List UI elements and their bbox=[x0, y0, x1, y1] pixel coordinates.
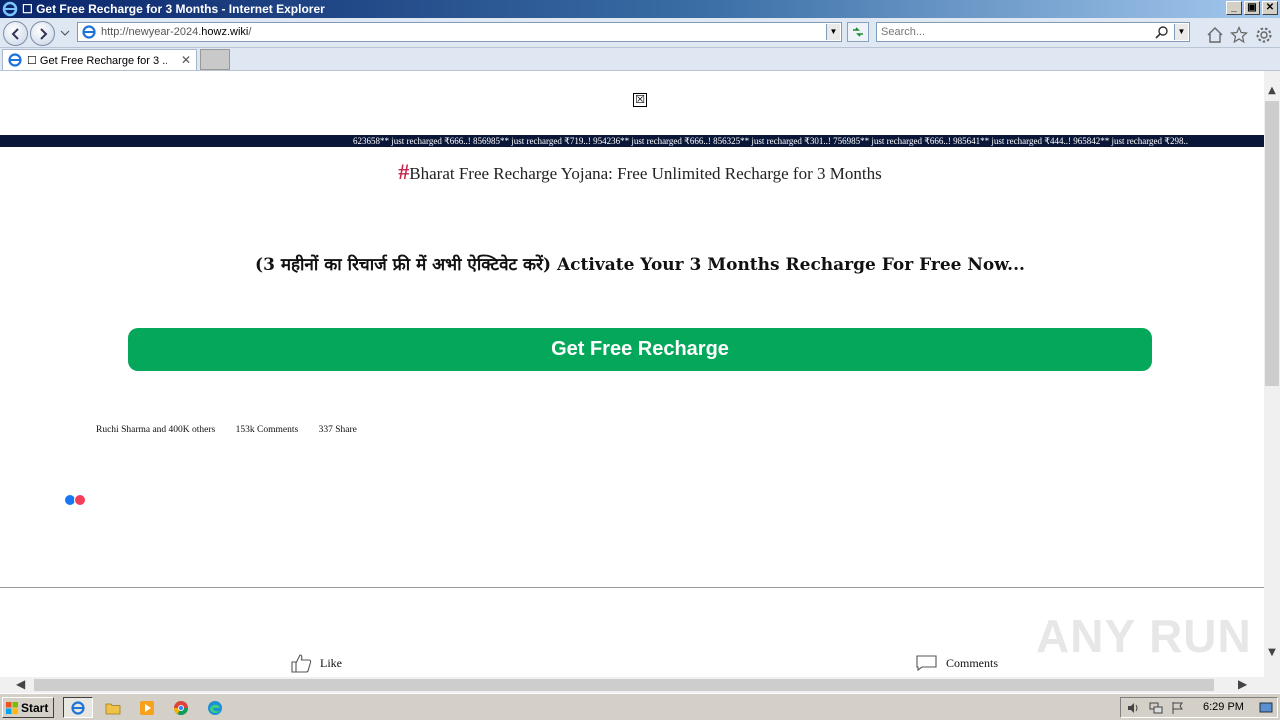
refresh-icon bbox=[853, 27, 863, 37]
restore-button[interactable]: ▣ bbox=[1244, 1, 1260, 15]
edge-icon bbox=[208, 700, 222, 715]
page-ie-icon bbox=[82, 25, 96, 39]
chrome-icon bbox=[174, 700, 188, 715]
show-desktop-icon[interactable] bbox=[1259, 701, 1273, 715]
vertical-scroll-thumb[interactable] bbox=[1265, 101, 1279, 386]
taskbar: Start 6:29 PM bbox=[0, 693, 1280, 720]
page-subheading: (3 महीनों का रिचार्ज फ्री में अभी ऐक्टिव… bbox=[255, 255, 1025, 275]
taskbar-edge-button[interactable] bbox=[202, 697, 228, 718]
thumbs-up-icon bbox=[291, 654, 312, 673]
folder-icon bbox=[105, 703, 121, 714]
navigation-bar: http://newyear-2024.howz.wiki/ ▼ ▼ bbox=[0, 18, 1280, 48]
search-icon[interactable] bbox=[1155, 25, 1169, 39]
compat-refresh-button[interactable] bbox=[847, 22, 869, 42]
like-button[interactable]: Like bbox=[290, 653, 342, 673]
clock[interactable]: 6:29 PM bbox=[1203, 701, 1244, 713]
action-center-flag-icon[interactable] bbox=[1171, 701, 1185, 715]
minimize-button[interactable]: _ bbox=[1226, 1, 1242, 15]
windows-logo-icon bbox=[6, 701, 18, 714]
forward-arrow-icon bbox=[39, 27, 47, 40]
favorites-star-icon[interactable] bbox=[1230, 26, 1248, 44]
comment-bubble-icon bbox=[916, 655, 937, 671]
url-prefix: http://newyear-2024. bbox=[101, 26, 202, 38]
search-dropdown-icon[interactable]: ▼ bbox=[1174, 24, 1188, 40]
headline-hash: # bbox=[398, 159, 410, 184]
scroll-right-icon[interactable]: ▶ bbox=[1238, 677, 1247, 691]
back-arrow-icon bbox=[11, 27, 19, 40]
forward-button[interactable] bbox=[30, 21, 55, 46]
window-title-bar: ☐ Get Free Recharge for 3 Months - Inter… bbox=[0, 0, 1280, 18]
ticker-text: 623658** just recharged ₹666..! 856985**… bbox=[353, 136, 1189, 146]
popup-close-icon[interactable]: ☒ bbox=[633, 93, 647, 107]
taskbar-ie-button[interactable] bbox=[63, 697, 93, 718]
window-title: ☐ Get Free Recharge for 3 Months - Inter… bbox=[22, 2, 325, 16]
tab-active[interactable]: ☐ Get Free Recharge for 3 ... ✕ bbox=[2, 49, 197, 70]
search-box[interactable]: ▼ bbox=[876, 22, 1190, 42]
system-tray: 6:29 PM bbox=[1120, 697, 1278, 718]
tab-title: ☐ Get Free Recharge for 3 ... bbox=[27, 54, 167, 67]
shares-count[interactable]: 337 Share bbox=[319, 425, 357, 435]
tab-close-icon[interactable]: ✕ bbox=[181, 53, 191, 67]
comments-button[interactable]: Comments bbox=[916, 655, 998, 671]
address-bar[interactable]: http://newyear-2024. howz.wiki / ▼ bbox=[77, 22, 842, 42]
anyrun-watermark: ANY RUN bbox=[1036, 610, 1252, 662]
recharge-ticker: 623658** just recharged ₹666..! 856985**… bbox=[0, 135, 1264, 147]
tab-ie-icon bbox=[8, 53, 22, 67]
scroll-up-icon[interactable]: ▲ bbox=[1266, 85, 1278, 99]
divider bbox=[0, 587, 1264, 588]
get-free-recharge-button[interactable]: Get Free Recharge bbox=[128, 328, 1152, 371]
search-input[interactable] bbox=[877, 26, 1147, 38]
internet-explorer-icon bbox=[2, 1, 18, 17]
headline-text: Bharat Free Recharge Yojana: Free Unlimi… bbox=[409, 164, 882, 183]
taskbar-explorer-button[interactable] bbox=[100, 697, 126, 718]
media-player-icon bbox=[140, 700, 154, 715]
scroll-down-icon[interactable]: ▼ bbox=[1266, 647, 1278, 661]
reaction-icons bbox=[64, 494, 86, 506]
url-domain: howz.wiki bbox=[201, 26, 249, 38]
taskbar-chrome-button[interactable] bbox=[168, 697, 194, 718]
likes-count[interactable]: Ruchi Sharma and 400K others bbox=[96, 425, 215, 435]
start-button[interactable]: Start bbox=[2, 697, 54, 718]
social-stats: Ruchi Sharma and 400K others 153k Commen… bbox=[96, 425, 375, 435]
horizontal-scrollbar[interactable]: ◀ ▶ bbox=[0, 677, 1280, 693]
history-dropdown-icon[interactable] bbox=[60, 28, 70, 38]
settings-gear-icon[interactable] bbox=[1255, 26, 1273, 44]
taskbar-media-button[interactable] bbox=[134, 697, 160, 718]
vertical-scrollbar[interactable]: ▲ ▼ bbox=[1264, 71, 1280, 677]
page-viewport: ☒ 623658** just recharged ₹666..! 856985… bbox=[0, 71, 1264, 677]
page-headline: #Bharat Free Recharge Yojana: Free Unlim… bbox=[0, 159, 1264, 185]
home-icon[interactable] bbox=[1206, 26, 1224, 44]
ie-taskbar-icon bbox=[71, 700, 85, 715]
address-dropdown-icon[interactable]: ▼ bbox=[826, 24, 840, 40]
network-icon[interactable] bbox=[1149, 701, 1163, 715]
start-label: Start bbox=[21, 700, 49, 715]
comments-label: Comments bbox=[946, 655, 999, 670]
like-label: Like bbox=[320, 655, 342, 670]
back-button[interactable] bbox=[3, 21, 28, 46]
horizontal-scroll-thumb[interactable] bbox=[34, 679, 1214, 691]
comments-count[interactable]: 153k Comments bbox=[236, 425, 299, 435]
new-tab-button[interactable] bbox=[200, 49, 230, 70]
love-reaction-icon bbox=[74, 494, 86, 506]
volume-icon[interactable] bbox=[1127, 701, 1141, 715]
url-suffix: / bbox=[248, 26, 252, 38]
close-window-button[interactable]: ✕ bbox=[1262, 1, 1278, 15]
tab-bar: ☐ Get Free Recharge for 3 ... ✕ bbox=[0, 48, 1280, 71]
scroll-left-icon[interactable]: ◀ bbox=[16, 677, 25, 691]
